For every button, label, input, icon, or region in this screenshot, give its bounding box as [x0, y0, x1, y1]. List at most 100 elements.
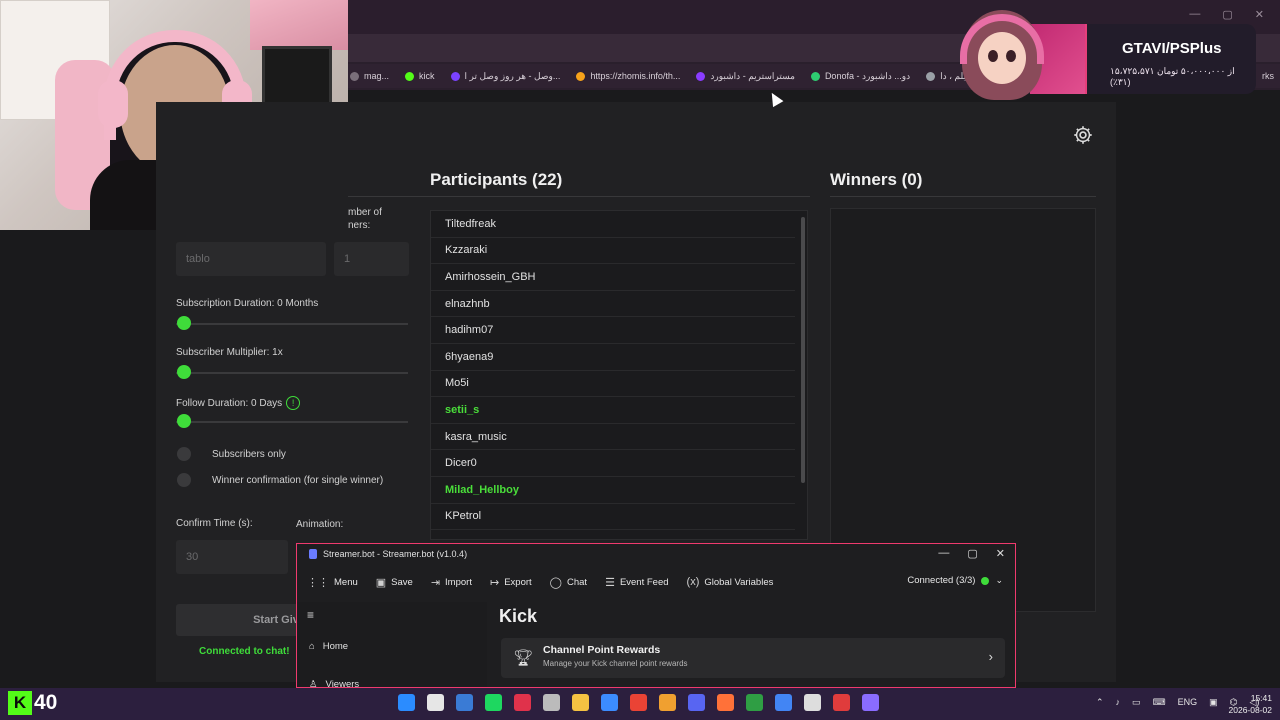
import-label: Import [445, 576, 472, 588]
overlay-title: GTAVI/PSPlus [1122, 40, 1222, 57]
divider [348, 196, 810, 197]
taskbar-app-icon[interactable] [456, 694, 473, 711]
menu-button[interactable]: ⋮⋮ Menu [307, 576, 358, 589]
keyboard-icon[interactable]: ⌨ [1153, 697, 1166, 708]
scrollbar[interactable] [801, 217, 805, 483]
slider-thumb[interactable] [177, 414, 191, 428]
bookmark-item[interactable]: وصل - هر روز وصل تر ا... [450, 71, 560, 82]
export-button[interactable]: ↦ Export [490, 576, 532, 589]
bookmark-item[interactable]: mag... [350, 71, 389, 81]
chevron-up-icon[interactable]: ⌃ [1096, 697, 1104, 708]
clock[interactable]: 15:41 2026-08-02 [1208, 692, 1272, 716]
maximize-icon[interactable]: ▢ [967, 547, 977, 560]
taskbar-app-icon[interactable] [630, 694, 647, 711]
keyword-placeholder: tablo [186, 253, 210, 265]
participant-row[interactable]: Tiltedfreak [431, 211, 795, 238]
taskbar-app-icon[interactable] [775, 694, 792, 711]
settings-gear-icon[interactable] [1072, 124, 1094, 146]
participant-row[interactable]: elnazhnb [431, 291, 795, 318]
subscribers-only-toggle[interactable] [177, 447, 191, 461]
participant-name: setii_s [445, 403, 480, 416]
browser-window-controls: — ▢ ✕ [1189, 8, 1264, 21]
taskbar-app-icon[interactable] [804, 694, 821, 711]
menu-label: Menu [334, 576, 358, 588]
confirm-time-value: 30 [186, 551, 199, 563]
bookmark-item[interactable]: kick [405, 71, 435, 81]
trophy-icon: 🏆︎ [513, 650, 534, 667]
taskbar-app-icon[interactable] [572, 694, 589, 711]
taskbar-app-icon[interactable] [427, 694, 444, 711]
participant-row[interactable]: KPetrol [431, 504, 795, 531]
microphone-icon[interactable]: ♪ [1116, 697, 1121, 708]
monitor-icon[interactable]: ▭ [1132, 697, 1141, 708]
section-title: Kick [499, 606, 538, 626]
bookmarks-overflow[interactable]: rks [1262, 71, 1274, 81]
bookmark-item[interactable]: مستراستریم - داشبورد [696, 71, 795, 82]
participants-list[interactable]: Tiltedfreak Kzzaraki Amirhossein_GBH elnazh… [430, 210, 808, 540]
export-label: Export [504, 576, 532, 588]
hamburger-icon[interactable]: ≡ [307, 608, 314, 622]
import-button[interactable]: ⇥ Import [431, 576, 472, 589]
participant-row[interactable]: hadihm07 [431, 317, 795, 344]
save-button[interactable]: ▣ Save [376, 576, 413, 589]
winner-confirmation-toggle[interactable] [177, 473, 191, 487]
bookmark-item[interactable]: Donofa - دو... داشبورد [810, 71, 910, 82]
kick-logo-icon: K [8, 691, 32, 715]
nav-home[interactable]: ⌂ Home [309, 641, 348, 652]
channel-point-rewards-card[interactable]: 🏆︎ Channel Point Rewards Manage your Kic… [501, 638, 1005, 678]
participant-row[interactable]: 6hyaena9 [431, 344, 795, 371]
participant-row[interactable]: Milad_Hellboy [431, 477, 795, 504]
follow-duration-label: Follow Duration: 0 Days [176, 397, 283, 409]
taskbar-app-icon[interactable] [746, 694, 763, 711]
minimize-icon[interactable]: — [938, 547, 949, 560]
info-icon[interactable]: ! [286, 396, 301, 410]
slider-thumb[interactable] [177, 316, 191, 330]
global-variables-button[interactable]: (x) Global Variables [687, 576, 774, 588]
participant-row[interactable]: setii_s [431, 397, 795, 424]
event-feed-button[interactable]: ☰ Event Feed [605, 576, 668, 589]
participant-row[interactable]: Kzzaraki [431, 238, 795, 265]
taskbar-app-icon[interactable] [514, 694, 531, 711]
streamerbot-sidebar: ≡ ⌂ Home ♙ Viewers [297, 602, 487, 687]
follow-duration-slider[interactable] [176, 421, 408, 423]
winners-count-input[interactable]: 1 [334, 242, 409, 276]
taskbar-app-icon[interactable] [833, 694, 850, 711]
taskbar-app-icon[interactable] [862, 694, 879, 711]
taskbar: ⌃ ♪ ▭ ⌨ ENG ▣ ⌬ ◁) 15:41 2026-08-02 [0, 688, 1280, 720]
participant-row[interactable]: kasra_music [431, 424, 795, 451]
taskbar-app-icon[interactable] [601, 694, 618, 711]
maximize-icon[interactable]: ▢ [1222, 8, 1232, 21]
participant-name: kasra_music [445, 430, 507, 443]
connection-status[interactable]: Connected (3/3) ⌄ [907, 575, 1003, 586]
close-icon[interactable]: ✕ [1255, 8, 1264, 21]
subscriber-multiplier-slider[interactable] [176, 372, 408, 374]
winner-confirmation-label: Winner confirmation (for single winner) [212, 475, 384, 486]
global-variables-label: Global Variables [704, 576, 774, 588]
card-title: Channel Point Rewards [543, 644, 661, 656]
animation-label: Animation: [296, 519, 344, 530]
participant-row[interactable]: Dicer0 [431, 450, 795, 477]
close-icon[interactable]: ✕ [996, 547, 1005, 560]
participant-row[interactable]: Mo5i [431, 371, 795, 398]
taskbar-app-icon[interactable] [485, 694, 502, 711]
nav-home-label: Home [322, 641, 349, 652]
taskbar-apps [398, 694, 879, 711]
bookmark-item[interactable]: https://zhomis.info/th... [576, 71, 680, 81]
slider-thumb[interactable] [177, 365, 191, 379]
confirm-time-input[interactable]: 30 [176, 540, 288, 574]
taskbar-app-icon[interactable] [659, 694, 676, 711]
window-titlebar[interactable]: Streamer.bot - Streamer.bot (v1.0.4) [297, 544, 1015, 564]
taskbar-app-icon[interactable] [717, 694, 734, 711]
participant-row[interactable]: Amirhossein_GBH [431, 264, 795, 291]
chat-button[interactable]: ◯ Chat [550, 576, 587, 589]
taskbar-app-icon[interactable] [543, 694, 560, 711]
taskbar-app-icon[interactable] [688, 694, 705, 711]
nav-viewers[interactable]: ♙ Viewers [309, 679, 359, 687]
windows-start-icon[interactable] [398, 694, 415, 711]
keyword-input[interactable]: tablo [176, 242, 326, 276]
minimize-icon[interactable]: — [1189, 8, 1200, 21]
divider [830, 196, 1096, 197]
language-indicator[interactable]: ENG [1178, 697, 1198, 708]
subscription-duration-slider[interactable] [176, 323, 408, 325]
start-giveaway-button[interactable]: Start Giv [176, 604, 316, 636]
